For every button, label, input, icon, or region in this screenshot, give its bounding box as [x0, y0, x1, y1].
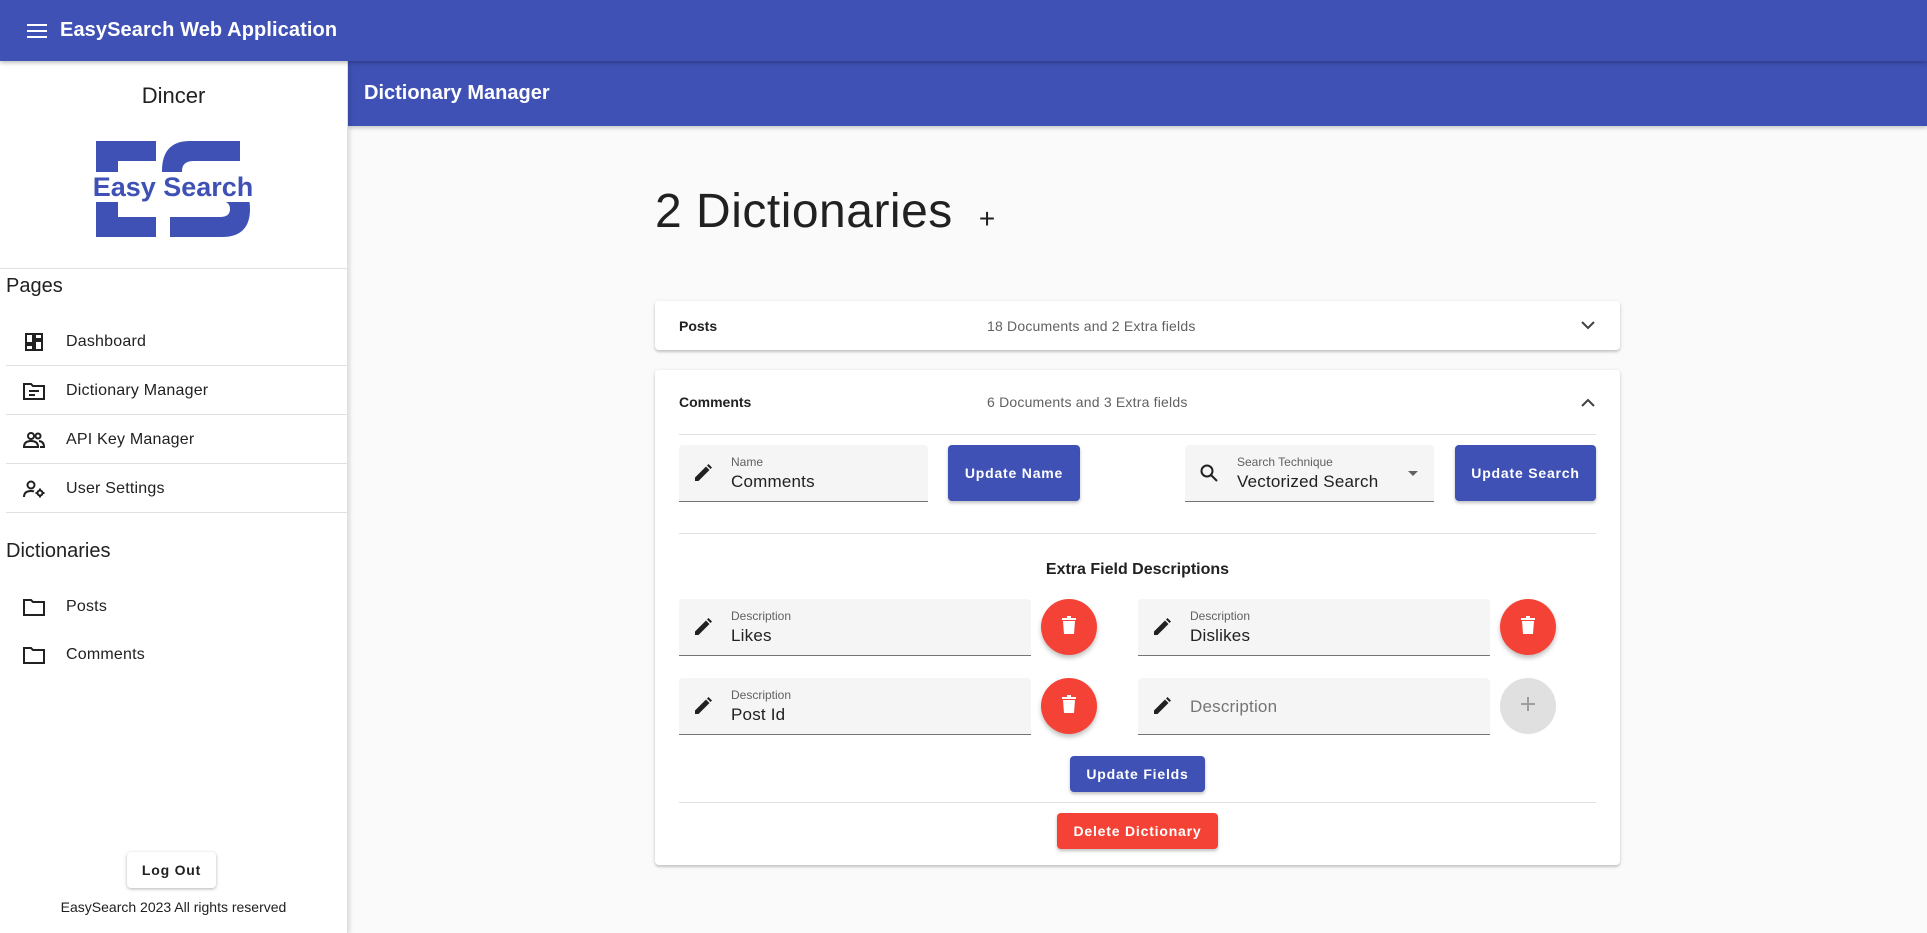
dropdown-arrow-icon [1408, 471, 1418, 476]
extra-field-post-id[interactable]: Description Post Id [679, 678, 1031, 735]
search-icon [1197, 461, 1221, 485]
sidebar-item-user-settings[interactable]: User Settings [6, 465, 348, 513]
sidebar-item-comments[interactable]: Comments [6, 631, 348, 679]
dictionaries-title: Dictionaries [6, 540, 111, 562]
footer-text: EasySearch 2023 All rights reserved [60, 899, 287, 915]
svg-text:Easy Search: Easy Search [94, 172, 252, 202]
dashboard-icon [22, 330, 46, 354]
add-dictionary-button[interactable]: + [974, 205, 1000, 233]
add-field-button[interactable] [1500, 678, 1556, 734]
delete-field-button[interactable] [1041, 599, 1097, 655]
folder-icon [22, 643, 46, 667]
field-value: Likes [731, 626, 772, 645]
panel-header[interactable]: Comments 6 Documents and 3 Extra fields [655, 370, 1620, 434]
panel-name: Comments [679, 394, 752, 410]
panel-name: Posts [679, 317, 718, 334]
delete-field-button[interactable] [1041, 678, 1097, 734]
search-technique-select[interactable]: Search Technique Vectorized Search [1185, 445, 1434, 502]
pencil-icon [691, 615, 715, 639]
plus-icon [1521, 696, 1535, 716]
sidebar-item-label: API Key Manager [66, 430, 195, 448]
field-value: Post Id [731, 705, 786, 724]
pencil-icon [691, 461, 715, 485]
extra-field-likes[interactable]: Description Likes [679, 599, 1031, 656]
menu-icon[interactable] [24, 18, 50, 44]
field-label: Search Technique [1237, 455, 1333, 469]
field-label: Description [731, 688, 792, 702]
chevron-down-icon[interactable] [1576, 314, 1600, 338]
sidebar-item-label: Posts [66, 598, 108, 615]
new-description-input[interactable]: Description [1138, 678, 1490, 735]
sidebar-item-label: Comments [66, 646, 145, 663]
sidebar-item-dashboard[interactable]: Dashboard [6, 318, 348, 366]
sidebar-item-api-key-manager[interactable]: API Key Manager [6, 416, 348, 464]
field-value: Vectorized Search [1237, 472, 1379, 491]
sidebar-item-dictionary-manager[interactable]: Dictionary Manager [6, 367, 348, 415]
page-toolbar: Dictionary Manager [348, 61, 1927, 126]
trash-icon [1062, 615, 1076, 639]
update-name-button[interactable]: Update Name [948, 445, 1080, 501]
panel-header[interactable]: Posts 18 Documents and 2 Extra fields [655, 301, 1620, 350]
trash-icon [1062, 694, 1076, 718]
panel-divider [679, 802, 1596, 803]
delete-field-button[interactable] [1500, 599, 1556, 655]
update-search-button[interactable]: Update Search [1455, 445, 1596, 501]
dictionaries-count-heading: 2 Dictionaries [655, 185, 953, 238]
pencil-icon [691, 694, 715, 718]
panel-meta: 18 Documents and 2 Extra fields [987, 317, 1196, 334]
app-bar: EasySearch Web Application [0, 0, 1927, 61]
dictionary-panel-comments: Comments 6 Documents and 3 Extra fields … [655, 370, 1620, 865]
pages-title: Pages [6, 275, 63, 297]
field-label: Description [1190, 609, 1251, 623]
sidebar: Dincer Easy Search Pages Dashboard Dicti… [0, 61, 348, 933]
field-value: Dislikes [1190, 626, 1251, 645]
page-title: Dictionary Manager [364, 82, 550, 104]
folder-icon [22, 595, 46, 619]
panel-meta: 6 Documents and 3 Extra fields [987, 394, 1188, 410]
trash-icon [1521, 615, 1535, 639]
app-title: EasySearch Web Application [60, 19, 338, 41]
easy-search-logo: Easy Search [94, 141, 252, 237]
name-field[interactable]: Name Comments [679, 445, 928, 502]
sidebar-item-posts[interactable]: Posts [6, 583, 348, 631]
logout-button[interactable]: Log Out [127, 852, 216, 888]
field-label: Name [731, 455, 764, 469]
field-label: Description [731, 609, 792, 623]
people-icon [22, 428, 46, 452]
user-settings-icon [22, 477, 46, 501]
sidebar-item-label: Dictionary Manager [66, 381, 209, 399]
user-name: Dincer [141, 83, 206, 108]
update-fields-button[interactable]: Update Fields [1070, 756, 1205, 792]
sidebar-divider [0, 268, 348, 269]
field-value: Comments [731, 472, 815, 491]
dictionary-panel-posts: Posts 18 Documents and 2 Extra fields [655, 301, 1620, 350]
extra-fields-title: Extra Field Descriptions [1045, 561, 1230, 578]
sidebar-item-label: Dashboard [66, 332, 147, 350]
sidebar-item-label: User Settings [66, 479, 165, 497]
pencil-icon [1150, 615, 1174, 639]
panel-divider [679, 533, 1596, 534]
panel-divider [679, 434, 1596, 435]
folder-open-icon [22, 379, 46, 403]
extra-field-dislikes[interactable]: Description Dislikes [1138, 599, 1490, 656]
field-placeholder: Description [1190, 697, 1278, 716]
chevron-up-icon[interactable] [1576, 390, 1600, 414]
delete-dictionary-button[interactable]: Delete Dictionary [1057, 813, 1218, 849]
pencil-icon [1150, 694, 1174, 718]
